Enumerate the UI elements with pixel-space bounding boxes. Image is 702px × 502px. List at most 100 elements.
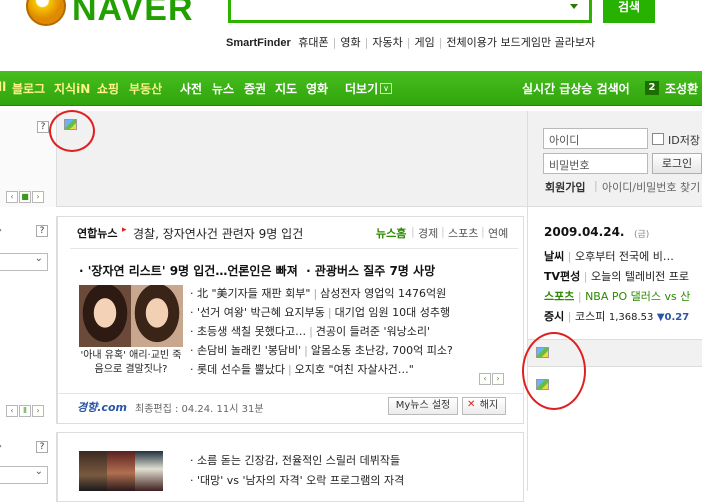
arrow-icon: ▸ bbox=[122, 225, 127, 235]
realtime-search-label[interactable]: 실시간 급상승 검색어 bbox=[522, 80, 630, 97]
news-link[interactable]: 오지호 "여친 자살사건…" bbox=[295, 363, 414, 376]
topnav-item[interactable]: 영화 bbox=[340, 36, 360, 49]
highlight-circle bbox=[49, 110, 95, 152]
prev-icon[interactable]: ‹ bbox=[479, 373, 491, 385]
prev-icon[interactable]: ‹ bbox=[6, 191, 18, 203]
kospi-value: 1,368.53 bbox=[608, 312, 654, 323]
news-item: · '선거 여왕' 박근혜 요지부동 | 대기업 임원 10대 성추행 bbox=[190, 306, 451, 319]
row-text[interactable]: 코스피 bbox=[575, 310, 605, 323]
news-link[interactable]: '선거 여왕' 박근혜 요지부동 bbox=[197, 306, 325, 319]
topnav-item[interactable]: 게임 bbox=[414, 36, 434, 49]
news-link[interactable]: 소름 돋는 긴장감, 전율적인 스릴러 데뷔작들 bbox=[197, 454, 400, 467]
news-photo[interactable] bbox=[79, 285, 131, 347]
nav-kin[interactable]: 지식iN bbox=[54, 80, 90, 97]
kyunghyang-logo[interactable]: 경향.com bbox=[77, 399, 127, 415]
news-link[interactable]: 알몸소동 초난강, 700억 피소? bbox=[311, 344, 453, 357]
rank-term[interactable]: 조성환 bbox=[665, 80, 698, 97]
help-icon[interactable]: ? bbox=[36, 225, 48, 237]
nav-stock[interactable]: 증권 bbox=[244, 80, 266, 97]
nav-shopping[interactable]: 쇼핑 bbox=[97, 80, 119, 97]
left-select[interactable] bbox=[0, 253, 48, 271]
next-icon[interactable]: › bbox=[32, 405, 44, 417]
topnav-item[interactable]: 자동차 bbox=[372, 36, 402, 49]
nav-dictionary[interactable]: 사전 bbox=[180, 80, 202, 97]
movie-thumbnail[interactable] bbox=[79, 451, 107, 491]
topnav-item[interactable]: 전체이용가 보드게임만 골라보자 bbox=[446, 36, 595, 49]
movie-thumbnail[interactable] bbox=[107, 451, 135, 491]
find-account-link[interactable]: 아이디/비밀번호 찾기 bbox=[602, 179, 700, 195]
smartfinder-label[interactable]: SmartFinder bbox=[226, 37, 291, 49]
password-field[interactable]: 비밀번호 bbox=[543, 153, 648, 174]
divider bbox=[70, 248, 518, 249]
main-headline: · '장자연 리스트' 9명 입건…언론인은 빠져 · 관광버스 질주 7명 사… bbox=[79, 264, 436, 278]
day-of-week: (금) bbox=[634, 230, 650, 240]
movie-thumbnail[interactable] bbox=[135, 451, 163, 491]
tab-economy[interactable]: 경제 bbox=[418, 225, 438, 241]
row-text[interactable]: NBA PO 댈러스 vs 산 bbox=[585, 290, 690, 303]
news-photo[interactable] bbox=[131, 285, 183, 347]
pause-icon[interactable]: Ⅱ bbox=[19, 405, 31, 417]
row-label[interactable]: 날씨 bbox=[544, 250, 564, 263]
row-label[interactable]: TV편성 bbox=[544, 270, 580, 283]
search-button[interactable]: 검색 bbox=[603, 0, 655, 23]
id-field[interactable]: 아이디 bbox=[543, 128, 648, 149]
rank-badge: 2 bbox=[645, 81, 659, 95]
main-headline-a[interactable]: '장자연 리스트' 9명 입건…언론인은 빠져 bbox=[88, 264, 298, 278]
separator: | bbox=[481, 225, 485, 238]
news-link[interactable]: '대망' vs '남자의 자격' 오락 프로그램의 자격 bbox=[197, 474, 404, 487]
weather-row: 날씨 | 오후부터 전국에 비… bbox=[544, 250, 674, 263]
main-headline-b[interactable]: 관광버스 질주 7명 사망 bbox=[315, 264, 435, 278]
news-link[interactable]: 대기업 임원 10대 성추행 bbox=[335, 306, 451, 319]
id-save-checkbox[interactable] bbox=[652, 133, 664, 145]
row-label[interactable]: 증시 bbox=[544, 310, 564, 323]
separator: | bbox=[441, 225, 445, 238]
help-icon[interactable]: ? bbox=[36, 441, 48, 453]
tab-entertainment[interactable]: 연예 bbox=[488, 225, 508, 241]
search-dropdown-icon[interactable] bbox=[570, 4, 578, 9]
nav-movie[interactable]: 영화 bbox=[306, 80, 328, 97]
news-source[interactable]: 연합뉴스 bbox=[77, 225, 117, 241]
top-nav: SmartFinder 휴대폰 | 영화 | 자동차 | 게임 | 전체이용가 보드게임만 골라… bbox=[226, 36, 596, 49]
nav-blog[interactable]: 블로그 bbox=[12, 80, 45, 97]
help-icon[interactable]: ? bbox=[37, 121, 49, 133]
nav-map[interactable]: 지도 bbox=[275, 80, 297, 97]
next-icon[interactable]: › bbox=[32, 191, 44, 203]
chevron-down-icon[interactable]: ∨ bbox=[380, 83, 392, 94]
photo-caption[interactable]: '아내 유혹' 애리·교빈 죽음으로 결말짓나? bbox=[79, 349, 183, 377]
tab-sports[interactable]: 스포츠 bbox=[448, 225, 478, 241]
login-button[interactable]: 로그인 bbox=[652, 153, 702, 174]
news-link[interactable]: 초등생 색칠 못했다고… bbox=[197, 325, 306, 338]
topnav-item[interactable]: 휴대폰 bbox=[298, 36, 328, 49]
nav-more[interactable]: 더보기 bbox=[345, 80, 378, 97]
nav-news[interactable]: 뉴스 bbox=[212, 80, 234, 97]
news-link[interactable]: 견공이 들려준 '워낭소리' bbox=[316, 325, 430, 338]
search-input[interactable] bbox=[228, 0, 592, 23]
news-link[interactable]: 삼성전자 영업익 1476억원 bbox=[320, 287, 446, 300]
mynews-settings-button[interactable]: My뉴스 설정 bbox=[388, 397, 458, 415]
kospi-change: ▼0.27 bbox=[656, 312, 690, 323]
news-item: · 北 "美기자들 재판 회부" | 삼성전자 영업익 1476억원 bbox=[190, 287, 447, 300]
next-icon[interactable]: › bbox=[492, 373, 504, 385]
news-link[interactable]: 北 "美기자들 재판 회부" bbox=[197, 287, 310, 300]
top-headline[interactable]: 경찰, 장자연사건 관련자 9명 입건 bbox=[133, 225, 303, 242]
news-item: · 손담비 놀래킨 '봉담비' | 알몸소동 초난강, 700억 피소? bbox=[190, 344, 453, 357]
separator: | bbox=[594, 179, 598, 192]
join-link[interactable]: 회원가입 bbox=[545, 179, 585, 195]
tab-newshome[interactable]: 뉴스홈 bbox=[376, 225, 406, 241]
row-label[interactable]: 스포츠 bbox=[544, 290, 574, 303]
updated-time: 최종편집 : 04.24. 11시 31분 bbox=[135, 404, 264, 415]
news-link[interactable]: 손담비 놀래킨 '봉담비' bbox=[197, 344, 301, 357]
arrow-icon: › bbox=[0, 225, 2, 236]
tv-row: TV편성 | 오늘의 텔레비전 프로 bbox=[544, 270, 690, 283]
naver-logo[interactable]: NAVER bbox=[72, 0, 194, 29]
row-text[interactable]: 오후부터 전국에 비… bbox=[575, 250, 674, 263]
news-link[interactable]: 롯데 선수들 뿔났다 bbox=[197, 363, 285, 376]
prev-icon[interactable]: ‹ bbox=[6, 405, 18, 417]
news-item: · 롯데 선수들 뿔났다 | 오지호 "여친 자살사건…" bbox=[190, 363, 414, 376]
stock-row: 증시 | 코스피 1,368.53 ▼0.27 bbox=[544, 310, 690, 323]
nav-realestate[interactable]: 부동산 bbox=[129, 80, 162, 97]
stop-icon[interactable]: ■ bbox=[19, 191, 31, 203]
naver-logo-icon[interactable] bbox=[26, 0, 66, 26]
row-text[interactable]: 오늘의 텔레비전 프로 bbox=[591, 270, 689, 283]
left-select[interactable] bbox=[0, 466, 48, 484]
